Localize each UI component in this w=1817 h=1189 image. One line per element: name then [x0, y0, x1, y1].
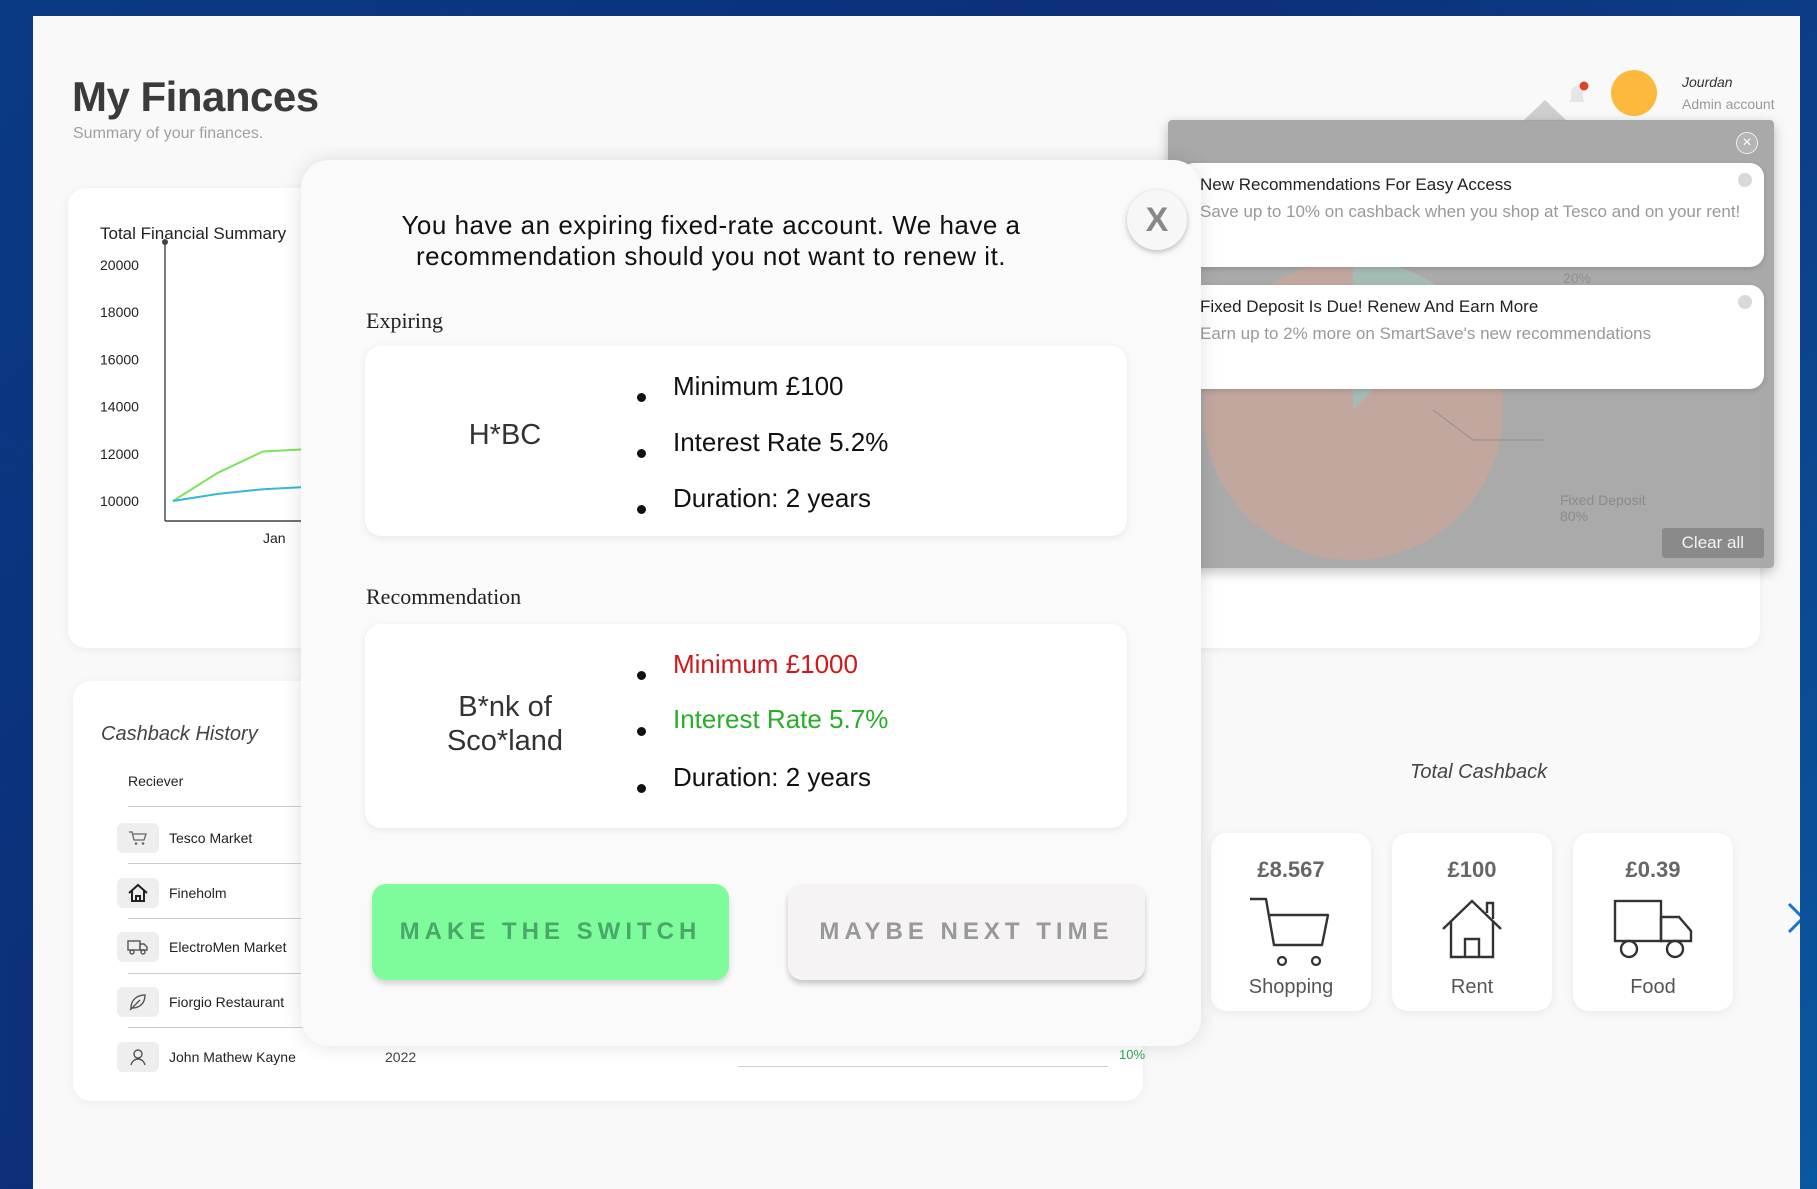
cashback-row[interactable]: Fineholm: [117, 878, 227, 908]
recommendation-box: B*nk of Sco*land Minimum £1000 Interest …: [365, 624, 1127, 828]
user-icon: [117, 1042, 159, 1072]
expiring-bank-name: H*BC: [468, 419, 542, 451]
pie-label-pct: 80%: [1560, 508, 1589, 524]
total-cashback-title: Total Cashback: [1410, 761, 1548, 783]
unread-dot[interactable]: [1738, 295, 1752, 309]
cashback-row[interactable]: ElectroMen Market: [117, 932, 286, 962]
tile-amount: £0.39: [1625, 857, 1681, 882]
recommendation-label: Recommendation: [366, 584, 522, 609]
detail-minimum: Minimum £100: [637, 370, 888, 426]
expiring-label: Expiring: [366, 308, 443, 333]
detail-duration: Duration: 2 years: [637, 761, 888, 817]
cashback-row[interactable]: Fiorgio Restaurant: [117, 987, 284, 1017]
pie-label-name: Fixed Deposit: [1560, 492, 1646, 508]
x-tick-label: Jan: [263, 530, 286, 546]
pie-label-small: 20%: [1563, 270, 1592, 286]
cart-icon: [117, 823, 159, 853]
y-tick-label: 10000: [100, 493, 139, 509]
leaf-icon: [117, 987, 159, 1017]
receiver-name: ElectroMen Market: [169, 939, 287, 955]
home-icon: [117, 878, 159, 908]
receiver-name: Tesco Market: [169, 830, 253, 846]
make-switch-button[interactable]: MAKE THE SWITCH: [372, 884, 729, 980]
cashback-history-title: Cashback History: [101, 723, 258, 745]
page-subtitle: Summary of your finances.: [73, 125, 264, 142]
series-line: [172, 448, 309, 502]
tile-label: Shopping: [1248, 976, 1334, 998]
cashback-row[interactable]: Tesco Market: [117, 823, 252, 853]
truck-icon: [117, 932, 159, 962]
notification-body: Save up to 10% on cashback when you shop…: [1200, 202, 1741, 221]
y-tick-label: 14000: [100, 399, 139, 415]
pie-label-large: Fixed Deposit 80%: [1560, 492, 1646, 524]
maybe-next-time-button[interactable]: MAYBE NEXT TIME: [788, 884, 1145, 980]
popover-arrow: [1523, 100, 1567, 121]
cashback-tile-rent[interactable]: £100 Rent: [1392, 833, 1552, 1011]
y-tick-label: 20000: [100, 257, 139, 273]
receiver-name: John Mathew Kayne: [169, 1049, 296, 1065]
user-name: Jourdan: [1682, 74, 1733, 90]
chevron-right-icon[interactable]: [1785, 901, 1800, 944]
detail-interest: Interest Rate 5.2%: [637, 426, 888, 482]
notification-title: New Recommendations For Easy Access: [1200, 175, 1512, 194]
column-header-receiver: Reciever: [128, 773, 184, 789]
tile-label: Food: [1630, 976, 1676, 998]
notification-title: Fixed Deposit Is Due! Renew And Earn Mor…: [1200, 297, 1539, 316]
receiver-name: Fineholm: [169, 885, 227, 901]
avatar[interactable]: [1611, 70, 1657, 116]
cashback-tile-food[interactable]: £0.39 Food: [1573, 833, 1733, 1011]
page-title: My Finances: [72, 73, 319, 120]
cashback-year: 2022: [385, 1049, 417, 1065]
recommendation-details: Minimum £1000 Interest Rate 5.7% Duratio…: [637, 648, 888, 817]
divider: [738, 1066, 1108, 1067]
house-icon: [1439, 895, 1505, 966]
user-role: Admin account: [1682, 96, 1775, 112]
cart-icon: [1248, 895, 1334, 974]
cashback-tile-shopping[interactable]: £8.567 Shopping: [1211, 833, 1371, 1011]
tile-amount: £100: [1447, 857, 1497, 882]
receiver-name: Fiorgio Restaurant: [169, 994, 285, 1010]
notification-panel: 20% Fixed Deposit 80% × New Recommendati…: [1168, 120, 1774, 568]
detail-minimum: Minimum £1000: [637, 648, 888, 703]
cashback-row[interactable]: John Mathew Kayne: [117, 1042, 296, 1072]
modal-close-button[interactable]: X: [1127, 190, 1187, 250]
close-icon[interactable]: ×: [1736, 132, 1758, 154]
y-tick-label: 18000: [100, 304, 139, 320]
expiring-details: Minimum £100 Interest Rate 5.2% Duration…: [637, 370, 888, 538]
tile-amount: £8.567: [1257, 857, 1325, 882]
detail-duration: Duration: 2 years: [637, 482, 888, 538]
truck-icon: [1613, 895, 1693, 966]
cashback-percent: 10%: [1119, 1047, 1146, 1062]
clear-all-button[interactable]: Clear all: [1661, 528, 1764, 558]
expiring-account-box: H*BC Minimum £100 Interest Rate 5.2% Dur…: [365, 346, 1127, 536]
unread-dot[interactable]: [1738, 173, 1752, 187]
tile-label: Rent: [1450, 976, 1494, 998]
modal-title: You have an expiring fixed-rate account.…: [401, 210, 1021, 271]
axis-end-dot: [162, 239, 168, 245]
notification-item[interactable]: New Recommendations For Easy Access Save…: [1180, 163, 1764, 267]
recommended-bank-name: B*nk of Sco*land: [446, 691, 564, 757]
recommendation-modal: X You have an expiring fixed-rate accoun…: [301, 160, 1201, 1046]
y-tick-label: 12000: [100, 446, 139, 462]
detail-interest: Interest Rate 5.7%: [637, 703, 888, 761]
notification-item[interactable]: Fixed Deposit Is Due! Renew And Earn Mor…: [1180, 285, 1764, 389]
y-tick-label: 16000: [100, 351, 139, 367]
notification-body: Earn up to 2% more on SmartSave's new re…: [1200, 324, 1652, 343]
